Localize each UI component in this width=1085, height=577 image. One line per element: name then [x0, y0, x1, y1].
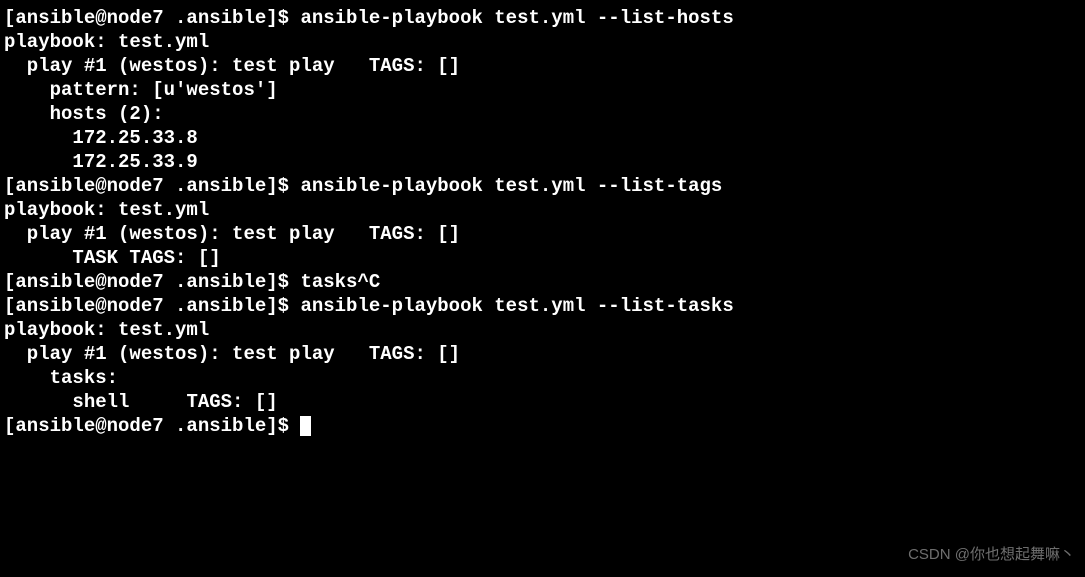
- play-info: play #1 (westos): test play TAGS: []: [4, 222, 1081, 246]
- prompt-line-4: [ansible@node7 .ansible]$ ansible-playbo…: [4, 294, 1081, 318]
- play-info: play #1 (westos): test play TAGS: []: [4, 342, 1081, 366]
- tasks-label: tasks:: [4, 366, 1081, 390]
- play-info: play #1 (westos): test play TAGS: []: [4, 54, 1081, 78]
- command-text: ansible-playbook test.yml --list-hosts: [300, 7, 733, 29]
- host-entry-1: 172.25.33.8: [4, 126, 1081, 150]
- shell-prompt: [ansible@node7 .ansible]$: [4, 175, 300, 197]
- shell-prompt: [ansible@node7 .ansible]$: [4, 415, 300, 437]
- playbook-header: playbook: test.yml: [4, 198, 1081, 222]
- shell-prompt: [ansible@node7 .ansible]$: [4, 295, 300, 317]
- hosts-count: hosts (2):: [4, 102, 1081, 126]
- pattern-info: pattern: [u'westos']: [4, 78, 1081, 102]
- prompt-line-3: [ansible@node7 .ansible]$ tasks^C: [4, 270, 1081, 294]
- playbook-header: playbook: test.yml: [4, 30, 1081, 54]
- shell-prompt: [ansible@node7 .ansible]$: [4, 7, 300, 29]
- command-text: ansible-playbook test.yml --list-tags: [300, 175, 722, 197]
- prompt-line-2: [ansible@node7 .ansible]$ ansible-playbo…: [4, 174, 1081, 198]
- cursor-icon: [300, 416, 311, 436]
- host-entry-2: 172.25.33.9: [4, 150, 1081, 174]
- prompt-line-1: [ansible@node7 .ansible]$ ansible-playbo…: [4, 6, 1081, 30]
- shell-prompt: [ansible@node7 .ansible]$: [4, 271, 300, 293]
- shell-task: shell TAGS: []: [4, 390, 1081, 414]
- prompt-line-5[interactable]: [ansible@node7 .ansible]$: [4, 414, 1081, 438]
- command-text: ansible-playbook test.yml --list-tasks: [300, 295, 733, 317]
- playbook-header: playbook: test.yml: [4, 318, 1081, 342]
- task-tags: TASK TAGS: []: [4, 246, 1081, 270]
- watermark-text: CSDN @你也想起舞嘛丶: [908, 543, 1075, 567]
- terminal-output[interactable]: [ansible@node7 .ansible]$ ansible-playbo…: [4, 6, 1081, 438]
- command-text: tasks^C: [300, 271, 380, 293]
